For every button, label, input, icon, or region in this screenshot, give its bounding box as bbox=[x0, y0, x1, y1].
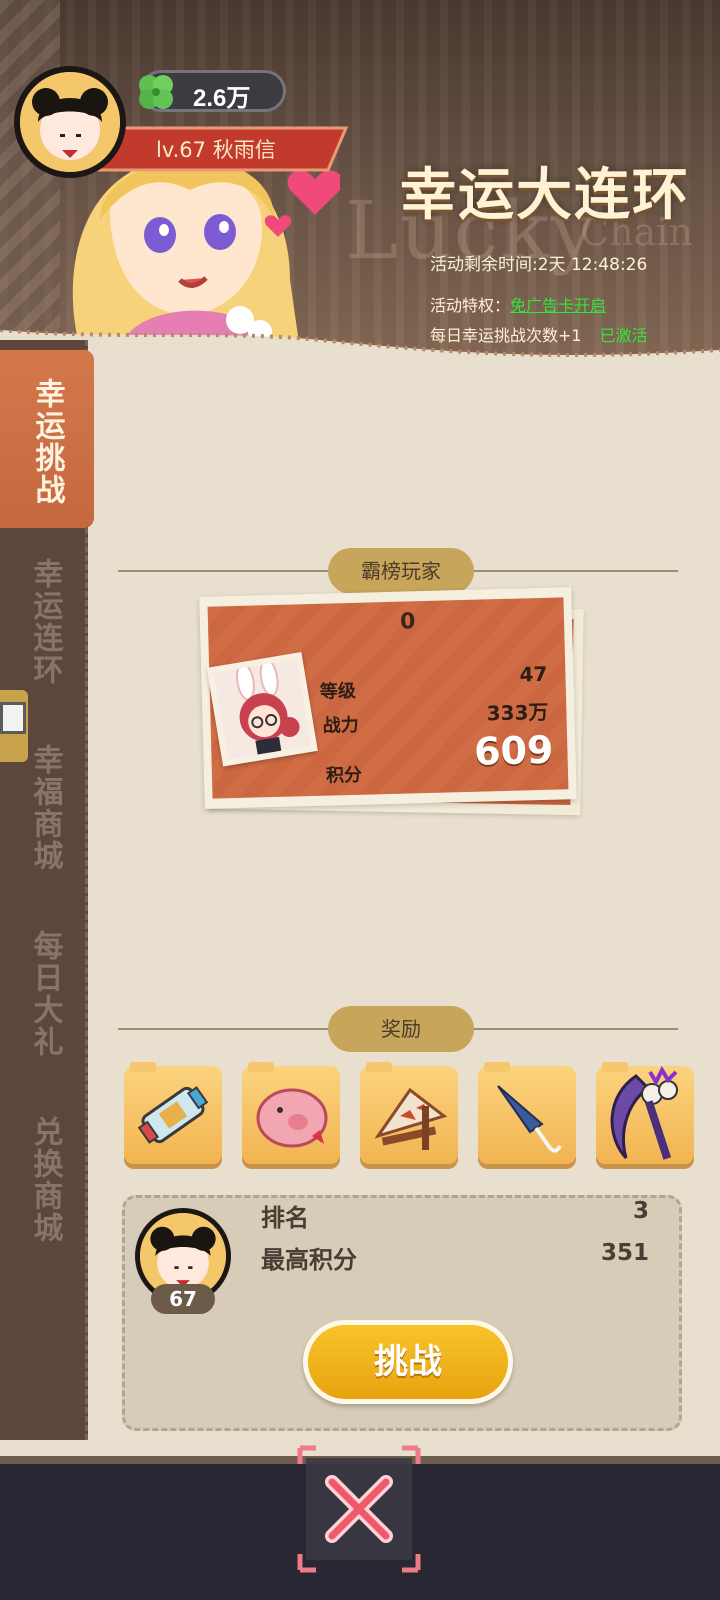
level-value: 47 bbox=[519, 661, 548, 687]
nav-lucky-chain[interactable]: 幸运连环 bbox=[0, 558, 90, 686]
rank-label: 排名 bbox=[261, 1204, 309, 1232]
my-ranking-panel: 67 排名 3 最高积分 351 挑战 bbox=[122, 1195, 682, 1431]
umbrella-reward-icon bbox=[497, 1085, 562, 1153]
top-player-rank: 0 bbox=[399, 609, 416, 635]
nav-daily-gift[interactable]: 每日大礼 bbox=[0, 930, 90, 1058]
event-header: Lucky Chain 幸运大连环 活动剩余时间:2天 12:48:26 活动特… bbox=[0, 0, 720, 390]
my-level-badge: 67 bbox=[151, 1284, 215, 1314]
reward-item-1[interactable] bbox=[124, 1062, 222, 1164]
top-player-card[interactable]: 0 等级 47 战力 333万 积分 609 bbox=[199, 587, 584, 816]
event-privilege: 活动特权：免广告卡开启 bbox=[430, 292, 606, 316]
best-score-value: 351 bbox=[600, 1240, 649, 1266]
power-value: 333万 bbox=[486, 699, 549, 726]
nav-exchange-shop[interactable]: 兑换商城 bbox=[0, 1116, 90, 1244]
scroll-reward-icon bbox=[137, 1086, 209, 1144]
reward-item-2[interactable] bbox=[242, 1062, 340, 1164]
nav-label: 幸运连环 bbox=[27, 558, 63, 686]
reward-item-4[interactable] bbox=[478, 1062, 576, 1164]
clover-icon bbox=[139, 75, 173, 109]
side-navigation: 幸运挑战 幸运连环 幸福商城 每日大礼 兑换商城 bbox=[0, 340, 94, 1440]
currency-value: 2.6万 bbox=[193, 85, 251, 112]
nav-label: 幸运挑战 bbox=[29, 378, 65, 506]
privilege-label: 活动特权： bbox=[430, 296, 511, 315]
score-label: 积分 bbox=[325, 764, 363, 787]
remaining-time: 活动剩余时间:2天 12:48:26 bbox=[430, 255, 648, 275]
score-value: 609 bbox=[473, 727, 554, 774]
player-avatar-art bbox=[20, 72, 120, 172]
top-player-portrait bbox=[206, 652, 318, 767]
reward-item-5[interactable] bbox=[596, 1062, 694, 1164]
header-wave-divider bbox=[0, 330, 720, 390]
card-front: 0 等级 47 战力 333万 积分 609 bbox=[199, 587, 577, 809]
scythe-reward-icon bbox=[610, 1065, 678, 1160]
nav-happy-shop[interactable]: 幸福商城 bbox=[0, 744, 90, 872]
nav-label: 兑换商城 bbox=[27, 1116, 63, 1244]
close-icon[interactable] bbox=[296, 1444, 422, 1574]
reward-item-3[interactable] bbox=[360, 1062, 458, 1164]
player-level-name: lv.67 秋雨信 bbox=[156, 138, 276, 162]
rank-value: 3 bbox=[632, 1198, 649, 1224]
challenge-button[interactable]: 挑战 bbox=[303, 1320, 513, 1404]
rewards-section-title: 奖励 bbox=[328, 1006, 474, 1052]
top-player-avatar-art bbox=[213, 658, 311, 760]
currency-display[interactable]: 2.6万 bbox=[139, 70, 286, 112]
top-player-section-title: 霸榜玩家 bbox=[328, 548, 474, 594]
pig-reward-icon bbox=[256, 1088, 328, 1148]
event-title: 幸运大连环 bbox=[400, 163, 690, 228]
player-level-banner: lv.67 秋雨信 bbox=[96, 124, 356, 174]
challenge-button-label: 挑战 bbox=[308, 1325, 508, 1399]
nav-lucky-challenge[interactable]: 幸运挑战 bbox=[0, 350, 94, 528]
fan-reward-icon bbox=[374, 1087, 448, 1150]
nav-label: 每日大礼 bbox=[27, 930, 63, 1058]
nav-label: 幸福商城 bbox=[27, 744, 63, 872]
floating-side-tab[interactable] bbox=[0, 690, 28, 762]
player-avatar[interactable] bbox=[14, 66, 126, 178]
power-label: 战力 bbox=[322, 714, 359, 737]
level-label: 等级 bbox=[319, 680, 357, 703]
best-score-label: 最高积分 bbox=[261, 1246, 357, 1274]
ad-free-card-link[interactable]: 免广告卡开启 bbox=[510, 296, 606, 315]
